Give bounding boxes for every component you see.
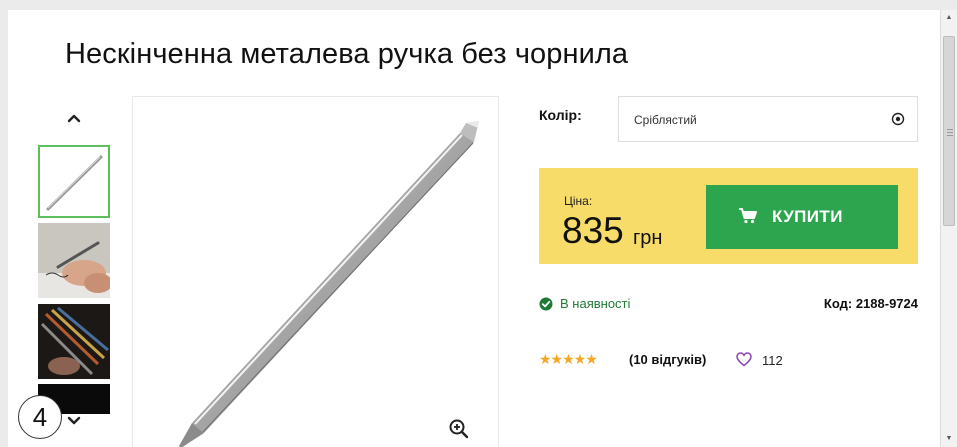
scroll-down-arrow-icon[interactable]: ▼	[941, 433, 957, 445]
chevron-up-icon[interactable]	[64, 108, 84, 128]
stock-status-text: В наявності	[560, 296, 631, 311]
price-label: Ціна:	[564, 194, 593, 208]
thumbnail-pen-silver[interactable]	[38, 145, 110, 218]
color-label: Колір:	[539, 107, 582, 123]
rating-stars: ★★★★★	[539, 351, 598, 367]
scroll-thumb[interactable]	[943, 36, 955, 226]
heart-icon[interactable]	[736, 352, 752, 367]
chevron-down-icon[interactable]	[64, 410, 84, 430]
scroll-up-arrow-icon[interactable]: ▲	[941, 12, 957, 24]
scroll-grip-icon	[947, 129, 953, 130]
color-select[interactable]: Сріблястий	[618, 96, 918, 142]
price-box: Ціна: 835 грн КУПИТИ	[539, 168, 918, 264]
buy-button[interactable]: КУПИТИ	[706, 185, 898, 249]
step-number-badge: 4	[18, 395, 62, 439]
thumbnail-pens-colors[interactable]	[38, 304, 110, 379]
reviews-link[interactable]: (10 відгуків)	[629, 352, 706, 367]
color-select-value: Сріблястий	[634, 113, 697, 127]
cart-icon	[739, 208, 757, 224]
buy-button-label: КУПИТИ	[772, 207, 843, 226]
select-arrow-icon	[891, 112, 905, 126]
zoom-in-icon[interactable]	[448, 418, 470, 440]
product-code: Код: 2188-9724	[823, 296, 918, 311]
price-amount: 835	[562, 210, 624, 251]
thumbnail-hand-writing[interactable]	[38, 223, 110, 298]
main-product-image[interactable]	[132, 96, 499, 447]
product-title: Нескінченна металева ручка без чорнила	[65, 38, 629, 70]
vertical-scrollbar[interactable]: ▲ ▼	[940, 10, 957, 447]
check-circle-icon	[539, 297, 553, 311]
page-frame: Нескінченна металева ручка без чорнила К…	[8, 10, 940, 447]
likes-count: 112	[762, 353, 783, 368]
price-currency: грн	[633, 227, 663, 249]
